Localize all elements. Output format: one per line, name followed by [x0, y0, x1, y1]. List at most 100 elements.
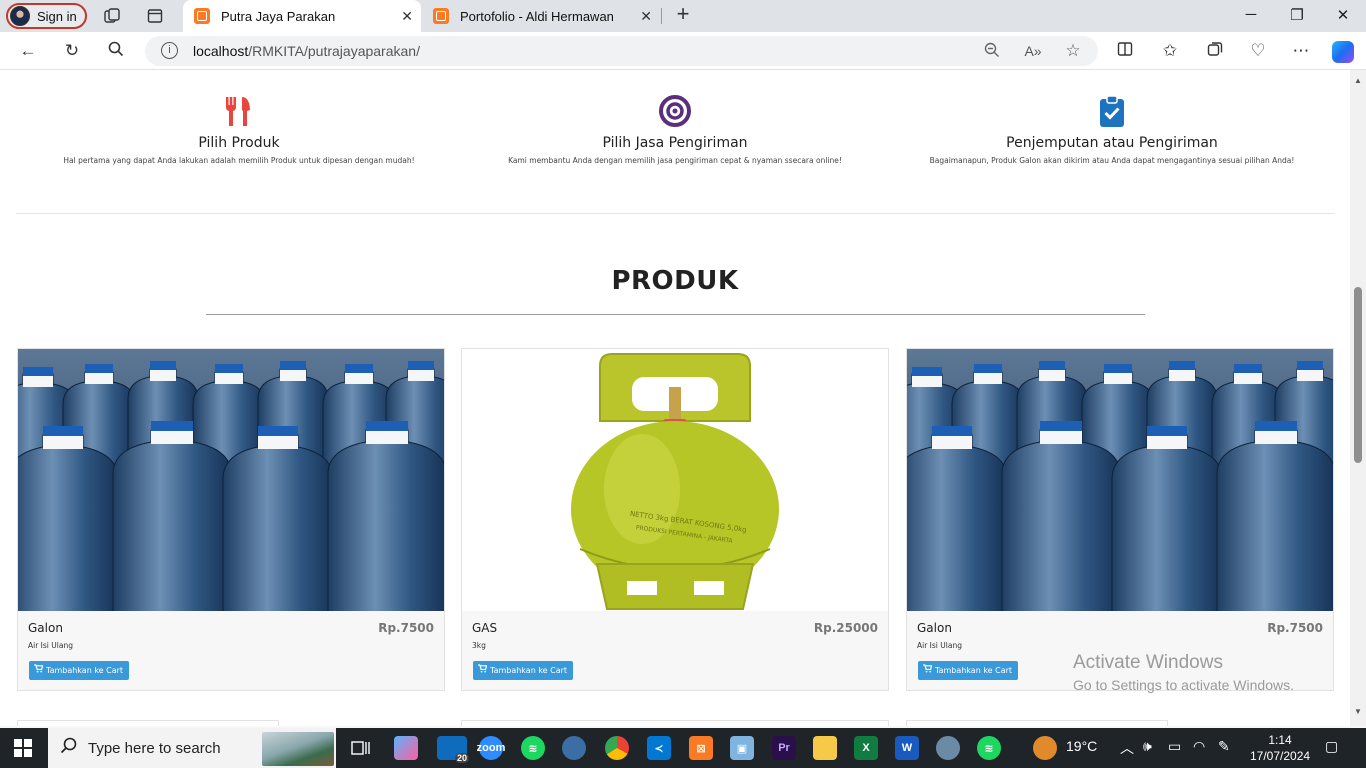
profile-button[interactable]: Sign in: [6, 3, 87, 29]
collections-icon[interactable]: [1205, 41, 1225, 61]
product-card-galon-2: Galon Rp.7500 Air Isi Ulang Tambahkan ke…: [906, 348, 1334, 691]
tab-putra-jaya-parakan[interactable]: Putra Jaya Parakan ✕: [183, 0, 421, 32]
copilot-icon[interactable]: [1332, 41, 1354, 63]
feature-desc: Kami membantu Anda dengan memilih jasa p…: [508, 156, 842, 165]
product-name: GAS: [472, 621, 498, 635]
task-view-icon[interactable]: [349, 736, 373, 760]
spotify-icon[interactable]: ≋: [521, 736, 545, 760]
feature-title: Penjemputan atau Pengiriman: [1006, 135, 1218, 151]
file-explorer-icon[interactable]: [813, 736, 837, 760]
profile-label: Sign in: [37, 8, 77, 24]
weather-icon[interactable]: [1033, 736, 1057, 760]
feature-title: Pilih Produk: [198, 135, 280, 151]
avatar: [10, 6, 30, 26]
profile-app-icon[interactable]: [562, 736, 586, 760]
add-to-cart-button[interactable]: Tambahkan ke Cart: [29, 661, 130, 680]
zoom-icon[interactable]: zoom: [477, 736, 505, 760]
settings-more-icon[interactable]: ⋯: [1291, 41, 1311, 61]
browser-tab-bar: Sign in Putra Jaya Parakan ✕ Portofolio …: [0, 0, 1366, 32]
photos-icon[interactable]: [936, 736, 960, 760]
scroll-down-icon[interactable]: ▼: [1353, 707, 1363, 717]
product-card-galon: Galon Rp.7500 Air Isi Ulang Tambahkan ke…: [17, 348, 445, 691]
windows-taskbar: Type here to search 20 zoom ≋ ≺ ⊠ ▣ Pr X…: [0, 728, 1366, 768]
page-scrollbar[interactable]: ▲ ▼: [1350, 70, 1366, 726]
taskbar-search[interactable]: Type here to search: [48, 728, 336, 768]
product-name: Galon: [917, 621, 952, 635]
cart-icon: [923, 661, 933, 680]
split-screen-icon[interactable]: [1115, 41, 1135, 61]
windows-start-icon[interactable]: [14, 739, 32, 757]
scroll-up-icon[interactable]: ▲: [1353, 76, 1363, 86]
product-price: Rp.25000: [813, 621, 878, 635]
premiere-icon[interactable]: Pr: [772, 736, 796, 760]
notifications-icon[interactable]: ▢: [1325, 738, 1338, 755]
tab-title: Portofolio - Aldi Hermawan: [460, 8, 614, 24]
favorite-star-icon[interactable]: ☆: [1064, 42, 1082, 60]
lpg-cylinder-image: NETTO 3kg BERAT KOSONG 5,0kg PRODUKSI PE…: [462, 349, 888, 611]
word-icon[interactable]: W: [895, 736, 919, 760]
spotify-icon-2[interactable]: ≋: [977, 736, 1001, 760]
xampp-favicon-icon: [433, 8, 449, 24]
cart-icon: [34, 661, 44, 680]
vscode-icon[interactable]: ≺: [647, 736, 671, 760]
address-bar[interactable]: i localhost/RMKITA/putrajayaparakan/ A» …: [145, 36, 1098, 66]
taskbar-clock[interactable]: 1:14 17/07/2024: [1250, 732, 1310, 764]
product-card-gas: NETTO 3kg BERAT KOSONG 5,0kg PRODUKSI PE…: [461, 348, 889, 691]
virtualbox-icon[interactable]: ▣: [730, 736, 754, 760]
section-underline: [206, 314, 1145, 315]
xampp-icon[interactable]: ⊠: [689, 736, 713, 760]
refresh-icon[interactable]: ↻: [62, 41, 82, 61]
cart-icon: [478, 661, 488, 680]
feature-pilih-jasa-pengiriman: Pilih Jasa Pengiriman Kami membantu Anda…: [486, 94, 864, 165]
read-aloud-icon[interactable]: A»: [1024, 42, 1042, 60]
tab-portofolio[interactable]: Portofolio - Aldi Hermawan ✕: [422, 0, 660, 32]
section-title-produk: PRODUK: [611, 266, 739, 296]
feature-desc: Hal pertama yang dapat Anda lakukan adal…: [63, 156, 415, 165]
weather-temp[interactable]: 19°C: [1066, 738, 1097, 754]
outlook-icon[interactable]: 20: [437, 736, 469, 763]
url-text[interactable]: localhost/RMKITA/putrajayaparakan/: [193, 43, 420, 59]
show-hidden-icons-icon[interactable]: ︿: [1120, 738, 1134, 758]
page-viewport: Pilih Produk Hal pertama yang dapat Anda…: [0, 70, 1350, 726]
add-to-cart-button[interactable]: Tambahkan ke Cart: [473, 661, 574, 680]
tab-title: Putra Jaya Parakan: [221, 8, 336, 24]
new-tab-button[interactable]: +: [672, 3, 694, 26]
add-to-cart-button[interactable]: Tambahkan ke Cart: [918, 661, 1019, 680]
battery-icon[interactable]: ▭: [1168, 738, 1181, 755]
product-price: Rp.7500: [1267, 621, 1323, 635]
chrome-icon[interactable]: [605, 736, 629, 760]
search-icon[interactable]: [106, 41, 126, 61]
workspaces-icon[interactable]: [102, 6, 122, 26]
close-tab-icon[interactable]: ✕: [401, 8, 413, 25]
browser-essentials-icon[interactable]: ♡: [1248, 41, 1268, 61]
zoom-out-icon[interactable]: [983, 42, 1001, 60]
activate-windows-watermark: Activate Windows Go to Settings to activ…: [1073, 652, 1294, 693]
close-tab-icon[interactable]: ✕: [640, 8, 652, 25]
clipboard-check-icon: [1095, 94, 1129, 128]
feature-pilih-produk: Pilih Produk Hal pertama yang dapat Anda…: [50, 94, 428, 165]
product-name: Galon: [28, 621, 63, 635]
water-gallons-image: [18, 349, 444, 611]
volume-icon[interactable]: 🕪: [1143, 738, 1152, 755]
site-info-icon[interactable]: i: [161, 42, 178, 59]
product-desc: 3kg: [472, 641, 486, 650]
restore-icon[interactable]: ❐: [1287, 6, 1307, 26]
section-divider: [16, 213, 1335, 214]
microsoft-store-icon[interactable]: [394, 736, 418, 760]
feature-desc: Bagaimanapun, Produk Galon akan dikirim …: [929, 156, 1295, 165]
close-window-icon[interactable]: ✕: [1333, 6, 1353, 26]
product-price: Rp.7500: [378, 621, 434, 635]
xampp-favicon-icon: [194, 8, 210, 24]
tab-actions-icon[interactable]: [145, 6, 165, 26]
minimize-icon[interactable]: ─: [1241, 6, 1261, 26]
pen-icon[interactable]: ✎: [1218, 738, 1230, 755]
search-icon: [60, 737, 78, 760]
excel-icon[interactable]: X: [854, 736, 878, 760]
product-desc: Air Isi Ulang: [28, 641, 73, 650]
favorites-icon[interactable]: ✩: [1160, 41, 1180, 61]
scroll-thumb[interactable]: [1354, 287, 1362, 463]
feature-title: Pilih Jasa Pengiriman: [602, 135, 748, 151]
wifi-icon[interactable]: ◠: [1193, 738, 1205, 755]
utensils-icon: [222, 94, 256, 128]
back-icon[interactable]: ←: [18, 41, 38, 61]
